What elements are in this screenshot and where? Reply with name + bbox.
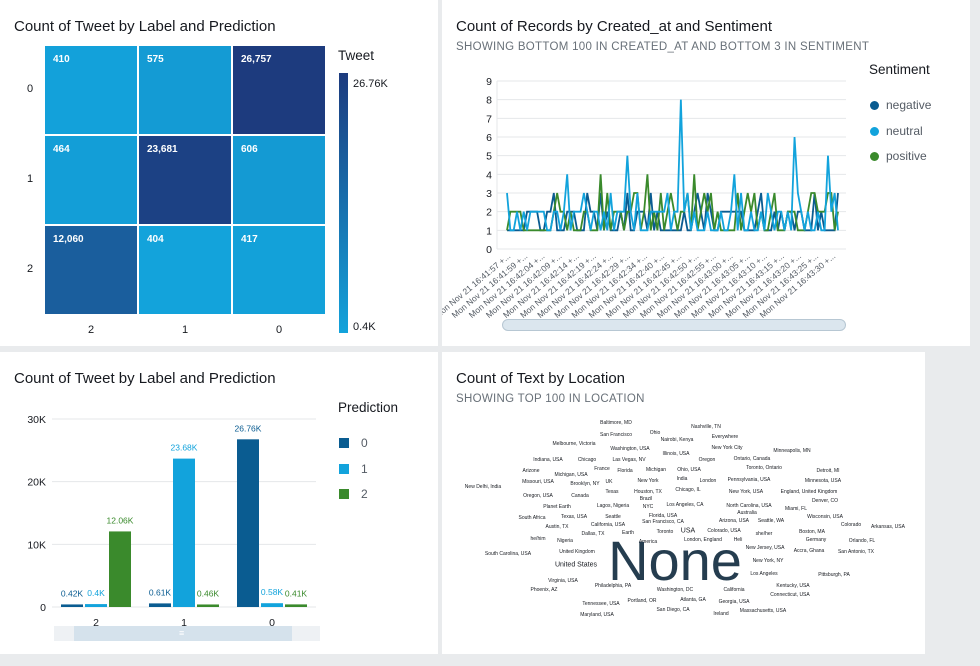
cloud-word[interactable]: New York, USA [729, 489, 763, 495]
cloud-word[interactable]: Dallas, TX [582, 531, 605, 537]
cloud-word[interactable]: San Antonio, TX [838, 549, 874, 555]
cloud-word[interactable]: Minneapolis, MN [773, 448, 810, 454]
cloud-word[interactable]: Portland, OR [628, 598, 657, 604]
cloud-word[interactable]: Philadelphia, PA [595, 583, 631, 589]
cloud-word[interactable]: Chicago [578, 457, 596, 463]
cloud-word[interactable]: Florida [617, 468, 632, 474]
cloud-word[interactable]: Tennessee, USA [582, 601, 619, 607]
cloud-word[interactable]: Toronto, Ontario [746, 465, 782, 471]
cloud-word[interactable]: Nigeria [557, 538, 573, 544]
cloud-word[interactable]: Boston, MA [799, 529, 825, 535]
cloud-word[interactable]: New Delhi, India [465, 484, 501, 490]
cloud-word[interactable]: England, United Kingdom [781, 489, 838, 495]
cloud-word[interactable]: Maryland, USA [580, 612, 614, 618]
cloud-word[interactable]: Washington, USA [610, 446, 649, 452]
cloud-word[interactable]: Wisconsin, USA [807, 514, 843, 520]
cloud-word[interactable]: UK [606, 479, 613, 485]
cloud-word[interactable]: New York [637, 478, 658, 484]
cloud-word[interactable]: he/him [530, 536, 545, 542]
cloud-word[interactable]: California [723, 587, 744, 593]
cloud-word[interactable]: Michigan [646, 467, 666, 473]
cloud-word[interactable]: Australia [737, 510, 756, 516]
cloud-word[interactable]: Chicago, IL [675, 487, 700, 493]
cloud-word[interactable]: Connecticut, USA [770, 592, 809, 598]
cloud-word[interactable]: Planet Earth [543, 504, 571, 510]
cloud-word[interactable]: London [700, 478, 717, 484]
cloud-word[interactable]: San Diego, CA [656, 607, 689, 613]
cloud-word[interactable]: California, USA [591, 522, 625, 528]
cloud-word[interactable]: Los Angeles [750, 571, 777, 577]
cloud-word[interactable]: Missouri, USA [522, 479, 554, 485]
cloud-word[interactable]: Canada [571, 493, 589, 499]
cloud-word[interactable]: NYC [643, 504, 654, 510]
word-cloud: Baltimore, MD Nashville, TN San Francisco O… [0, 0, 980, 666]
cloud-word[interactable]: Lagos, Nigeria [597, 503, 629, 509]
cloud-word[interactable]: France [594, 466, 610, 472]
cloud-word[interactable]: Ohio, USA [677, 467, 701, 473]
cloud-word[interactable]: Texas [605, 489, 618, 495]
cloud-word[interactable]: New York City [711, 445, 742, 451]
cloud-word[interactable]: Georgia, USA [719, 599, 750, 605]
cloud-word[interactable]: Arizone [523, 468, 540, 474]
cloud-word[interactable]: Texas, USA [561, 514, 587, 520]
cloud-word[interactable]: New Jersey, USA [746, 545, 785, 551]
cloud-word[interactable]: Accra, Ghana [794, 548, 825, 554]
cloud-word[interactable]: Denver, CO [812, 498, 838, 504]
cloud-word[interactable]: Austin, TX [546, 524, 569, 530]
cloud-word[interactable]: Ireland [713, 611, 728, 617]
cloud-word[interactable]: India [677, 476, 688, 482]
cloud-word[interactable]: Ohio [650, 430, 661, 436]
cloud-word[interactable]: San Francisco, CA [642, 519, 684, 525]
cloud-word[interactable]: North Carolina, USA [726, 503, 771, 509]
cloud-word[interactable]: Miami, FL [785, 506, 807, 512]
cloud-word[interactable]: Seattle [605, 514, 621, 520]
cloud-word[interactable]: Pittsburgh, PA [818, 572, 850, 578]
cloud-word[interactable]: Houston, TX [634, 489, 662, 495]
cloud-word[interactable]: Atlanta, GA [680, 597, 706, 603]
cloud-word[interactable]: Arizona, USA [719, 518, 749, 524]
cloud-word[interactable]: None [608, 533, 742, 589]
cloud-word[interactable]: Arkansas, USA [871, 524, 905, 530]
cloud-word[interactable]: Brazil [640, 496, 653, 502]
cloud-word[interactable]: Minnesota, USA [805, 478, 841, 484]
cloud-word[interactable]: Illinois, USA [663, 451, 690, 457]
cloud-word[interactable]: Germany [806, 537, 827, 543]
cloud-word[interactable]: Las Vegas, NV [612, 457, 645, 463]
cloud-word[interactable]: South Africa [519, 515, 546, 521]
cloud-word[interactable]: New York, NY [753, 558, 784, 564]
cloud-word[interactable]: Detroit, MI [816, 468, 839, 474]
cloud-word[interactable]: Everywhere [712, 434, 738, 440]
cloud-word[interactable]: Phoenix, AZ [531, 587, 558, 593]
cloud-word[interactable]: Seattle, WA [758, 518, 784, 524]
cloud-word[interactable]: San Francisco [600, 432, 632, 438]
cloud-word[interactable]: Nairobi, Kenya [661, 437, 694, 443]
cloud-word[interactable]: Melbourne, Victoria [553, 441, 596, 447]
cloud-word[interactable]: Oregon [699, 457, 716, 463]
cloud-word[interactable]: United States [555, 562, 597, 569]
cloud-word[interactable]: Massachusetts, USA [740, 608, 786, 614]
cloud-word[interactable]: Pennsylvania, USA [728, 477, 771, 483]
cloud-word[interactable]: Baltimore, MD [600, 420, 632, 426]
cloud-word[interactable]: Kentucky, USA [776, 583, 809, 589]
cloud-word[interactable]: Virginia, USA [548, 578, 578, 584]
cloud-word[interactable]: South Carolina, USA [485, 551, 531, 557]
cloud-word[interactable]: Brooklyn, NY [570, 481, 599, 487]
cloud-word[interactable]: she/her [756, 531, 773, 537]
cloud-word[interactable]: Los Angeles, CA [667, 502, 704, 508]
cloud-word[interactable]: Washington, DC [657, 587, 693, 593]
cloud-word[interactable]: Michigan, USA [554, 472, 587, 478]
cloud-word[interactable]: Orlando, FL [849, 538, 875, 544]
cloud-word[interactable]: United Kingdom [559, 549, 595, 555]
cloud-word[interactable]: Ontario, Canada [734, 456, 771, 462]
cloud-word[interactable]: Oregon, USA [523, 493, 553, 499]
word-cloud-panel: Count of Text by Location SHOWING TOP 10… [442, 352, 925, 654]
cloud-word[interactable]: Colorado [841, 522, 861, 528]
cloud-word[interactable]: Indiana, USA [533, 457, 562, 463]
cloud-word[interactable]: Nashville, TN [691, 424, 721, 430]
